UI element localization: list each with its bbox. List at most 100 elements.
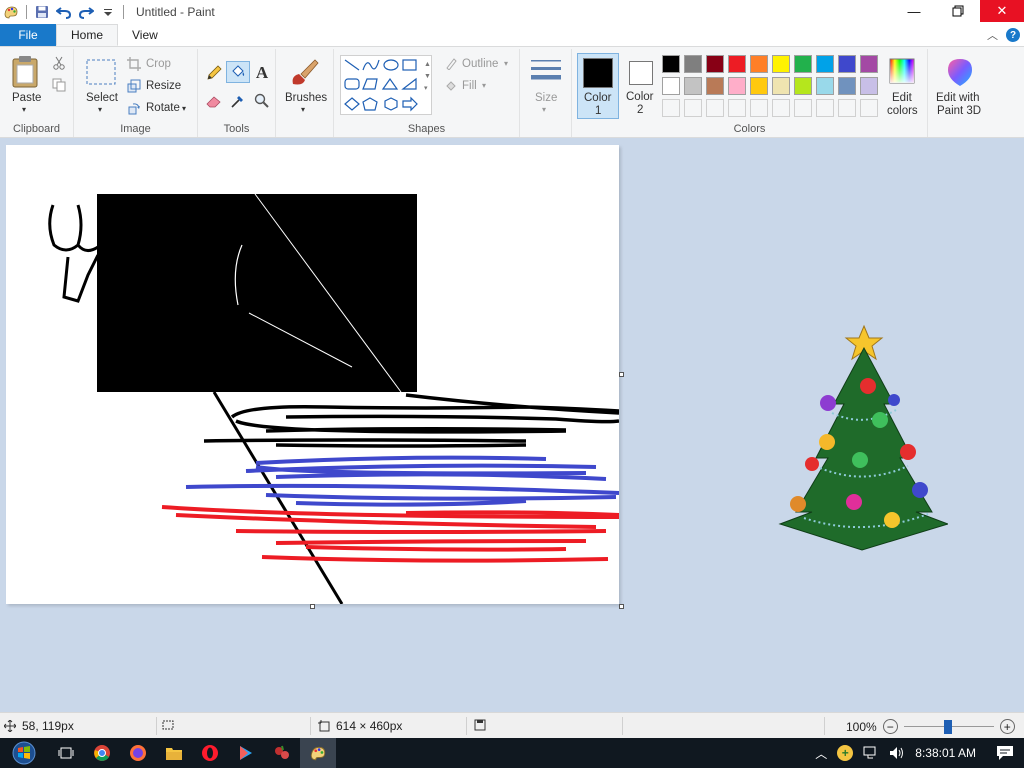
resize-handle-bottom[interactable] xyxy=(310,604,315,609)
fill-dropdown-icon[interactable]: ▾ xyxy=(482,81,486,90)
palette-swatch[interactable] xyxy=(662,55,680,73)
help-icon[interactable]: ? xyxy=(1006,28,1020,42)
paint3d-icon[interactable] xyxy=(944,55,976,89)
paste-button[interactable] xyxy=(8,53,44,91)
palette-swatch[interactable] xyxy=(684,55,702,73)
magnifier-icon[interactable] xyxy=(252,91,272,111)
outline-label[interactable]: Outline xyxy=(462,58,498,70)
palette-swatch[interactable] xyxy=(706,77,724,95)
resize-label[interactable]: Resize xyxy=(146,80,181,92)
palette-swatch[interactable] xyxy=(794,77,812,95)
palette-swatch[interactable] xyxy=(816,77,834,95)
paint-taskbar-icon[interactable] xyxy=(300,738,336,768)
palette-swatch[interactable] xyxy=(728,55,746,73)
zoom-in-button[interactable]: + xyxy=(999,719,1015,734)
brushes-icon[interactable] xyxy=(288,55,322,89)
palette-swatch-empty[interactable] xyxy=(816,99,834,117)
opera-icon[interactable] xyxy=(192,738,228,768)
size-dropdown-icon[interactable]: ▾ xyxy=(542,105,546,114)
palette-swatch[interactable] xyxy=(794,55,812,73)
clock-time[interactable]: 8:38:01 AM xyxy=(915,746,976,760)
eraser-icon[interactable] xyxy=(204,91,224,111)
palette-swatch-empty[interactable] xyxy=(684,99,702,117)
outline-icon[interactable] xyxy=(444,57,458,71)
palette-swatch-empty[interactable] xyxy=(838,99,856,117)
fill-bucket-icon[interactable] xyxy=(226,61,250,83)
resize-handle-corner[interactable] xyxy=(619,604,624,609)
palette-swatch[interactable] xyxy=(816,55,834,73)
size-icon[interactable] xyxy=(528,55,564,89)
palette-swatch[interactable] xyxy=(772,55,790,73)
close-button[interactable]: ✕ xyxy=(980,0,1024,22)
palette-swatch-empty[interactable] xyxy=(794,99,812,117)
palette-swatch-empty[interactable] xyxy=(860,99,878,117)
paste-dropdown-icon[interactable]: ▾ xyxy=(22,105,26,114)
store-icon[interactable] xyxy=(228,738,264,768)
copy-icon[interactable] xyxy=(50,77,68,93)
pencil-icon[interactable] xyxy=(204,63,224,83)
zoom-slider[interactable] xyxy=(903,719,994,734)
redo-icon[interactable] xyxy=(77,3,95,21)
palette-swatch[interactable] xyxy=(860,77,878,95)
minimize-button[interactable]: — xyxy=(892,0,936,22)
notifications-icon[interactable] xyxy=(996,745,1014,761)
game-app-icon[interactable] xyxy=(264,738,300,768)
outline-dropdown-icon[interactable]: ▾ xyxy=(504,59,508,68)
palette-swatch[interactable] xyxy=(772,77,790,95)
rotate-label[interactable]: Rotate xyxy=(146,102,180,114)
crop-icon[interactable] xyxy=(126,57,142,71)
paint-app-icon[interactable] xyxy=(2,3,20,21)
palette-swatch[interactable] xyxy=(662,77,680,95)
palette-swatch-empty[interactable] xyxy=(662,99,680,117)
color2-button[interactable]: Color 2 xyxy=(622,53,664,119)
palette-swatch[interactable] xyxy=(706,55,724,73)
palette-swatch[interactable] xyxy=(684,77,702,95)
palette-swatch-empty[interactable] xyxy=(750,99,768,117)
resize-handle-right[interactable] xyxy=(619,372,624,377)
update-icon[interactable]: + xyxy=(837,745,854,761)
text-tool-icon[interactable]: A xyxy=(252,63,272,83)
resize-icon[interactable] xyxy=(126,79,142,93)
network-icon[interactable] xyxy=(863,746,879,760)
save-icon[interactable] xyxy=(33,3,51,21)
start-button[interactable] xyxy=(0,738,48,768)
palette-swatch-empty[interactable] xyxy=(772,99,790,117)
rotate-icon[interactable] xyxy=(126,101,142,115)
chrome-icon[interactable] xyxy=(84,738,120,768)
crop-label[interactable]: Crop xyxy=(146,58,171,70)
color1-button[interactable]: Color 1 xyxy=(577,53,619,119)
palette-swatch-empty[interactable] xyxy=(728,99,746,117)
zoom-slider-thumb[interactable] xyxy=(943,719,952,734)
edit-colors-icon[interactable] xyxy=(886,55,918,87)
tab-home[interactable]: Home xyxy=(56,24,119,46)
task-view-icon[interactable] xyxy=(48,738,84,768)
select-button[interactable] xyxy=(84,55,118,89)
brushes-dropdown-icon[interactable]: ▾ xyxy=(301,105,305,114)
palette-swatch[interactable] xyxy=(838,55,856,73)
firefox-icon[interactable] xyxy=(120,738,156,768)
palette-swatch[interactable] xyxy=(838,77,856,95)
palette-swatch[interactable] xyxy=(750,55,768,73)
zoom-out-button[interactable]: − xyxy=(882,719,898,734)
file-explorer-icon[interactable] xyxy=(156,738,192,768)
cut-icon[interactable] xyxy=(50,55,68,71)
palette-swatch-empty[interactable] xyxy=(706,99,724,117)
maximize-button[interactable] xyxy=(936,0,980,22)
rotate-dropdown-icon[interactable]: ▾ xyxy=(182,104,186,113)
tab-view[interactable]: View xyxy=(118,24,172,46)
collapse-ribbon-icon[interactable]: ︿ xyxy=(987,27,998,43)
palette-swatch[interactable] xyxy=(860,55,878,73)
color-picker-icon[interactable] xyxy=(228,91,248,111)
tab-file[interactable]: File xyxy=(0,24,56,46)
volume-icon[interactable] xyxy=(889,746,905,760)
fill-icon[interactable] xyxy=(444,79,458,93)
drawing-canvas[interactable] xyxy=(6,145,619,604)
undo-icon[interactable] xyxy=(55,3,73,21)
customize-quick-access-icon[interactable] xyxy=(99,3,117,21)
shapes-scroll-icon[interactable]: ▲ ▼ ▾ xyxy=(424,59,431,95)
fill-label[interactable]: Fill xyxy=(462,80,477,92)
select-dropdown-icon[interactable]: ▾ xyxy=(98,105,102,114)
palette-swatch[interactable] xyxy=(728,77,746,95)
palette-swatch[interactable] xyxy=(750,77,768,95)
show-hidden-icons-icon[interactable]: ︿ xyxy=(815,745,827,762)
